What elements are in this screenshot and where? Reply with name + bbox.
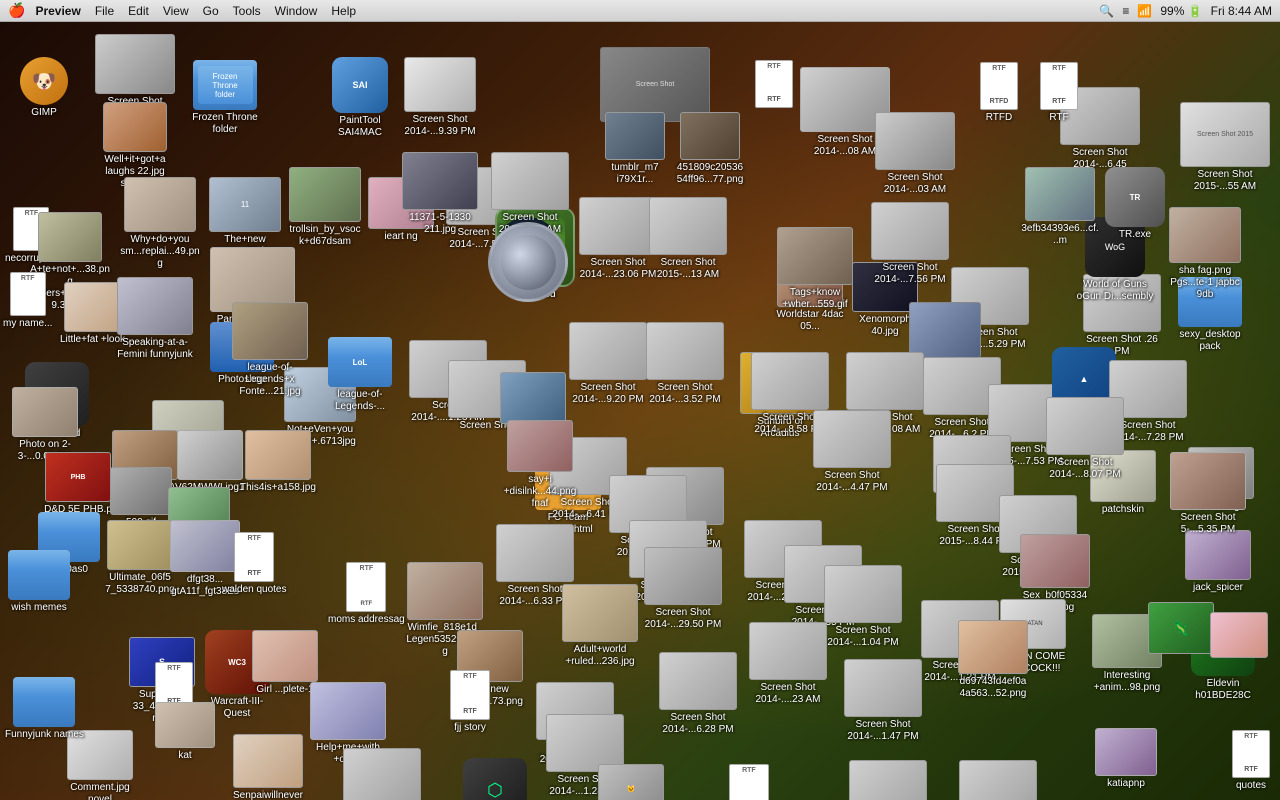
desktop-item-tha-fag[interactable]: sha fag.png Pgs...te-1 japbc 9db	[1165, 207, 1245, 301]
desktop-item-3efb[interactable]: 3efb34393e6...cf...m	[1020, 167, 1100, 247]
menu-edit[interactable]: Edit	[128, 4, 149, 18]
desktop-item-screenshot-807[interactable]: Screen Shot 2014-...8.07 PM	[1045, 397, 1125, 481]
desktop-item-screenshot-147[interactable]: Screen Shot 2014-...1.47 PM	[843, 659, 923, 743]
desktop-item-v62[interactable]: V62MWWLjpg1	[175, 430, 244, 494]
wifi-icon: 📶	[1137, 4, 1152, 18]
desktop-item-tumblr[interactable]: tumblr_m7 i79X1r...	[595, 112, 675, 186]
desktop-item-screenshot-top[interactable]: Screen Shot	[95, 34, 175, 108]
desktop-item-screenshot-920[interactable]: Screen Shot 2014-...9.20 PM	[568, 322, 648, 406]
clock: Fri 8:44 AM	[1211, 4, 1272, 18]
desktop-item-screenshot-352[interactable]: Screen Shot 2014-...3.52 PM	[645, 322, 725, 406]
desktop-item-screenshot-939[interactable]: Screen Shot 2014-...9.39 PM	[400, 57, 480, 138]
desktop-item-11371[interactable]: 11371-5-1330 211.jpg	[400, 152, 480, 236]
desktop-item-adult-world[interactable]: Adult+world +ruled...236.jpg	[560, 584, 640, 668]
desktop-item-jack-spicer[interactable]: jack_spicer	[1185, 530, 1251, 594]
app-name[interactable]: Preview	[35, 4, 80, 18]
menubar-right: 🔍 ≡ 📶 99% 🔋 Fri 8:44 AM	[1099, 4, 1272, 18]
desktop-item-league-jpg[interactable]: league-of-Legends+x Fonte...21.jpg	[230, 302, 310, 398]
desktop-item-painttool[interactable]: SAI PaintTool SAI4MAC	[320, 57, 400, 139]
desktop-item-frozen-throne[interactable]: FrozenThronefolder Frozen Throne folder	[185, 60, 265, 136]
desktop-item-screenshot-104[interactable]: Screen Shot 2014-...1.04 PM	[823, 565, 903, 649]
desktop-item-screenshot-2306[interactable]: Screen Shot 2014-...23.06 PM	[578, 197, 658, 281]
desktop-item-myname[interactable]: my name...	[3, 272, 52, 330]
desktop-item-rtf2[interactable]: RTF RTF	[1040, 62, 1078, 124]
menubar: 🍎 Preview File Edit View Go Tools Window…	[0, 0, 1280, 22]
desktop-item-speaking[interactable]: Speaking-at-a-Femini funnyjunk	[115, 277, 195, 361]
spotlight-icon[interactable]: 🔍	[1099, 4, 1114, 18]
desktop-item-451809[interactable]: 451809c20536 54ff96...77.png	[670, 112, 750, 186]
desktop-item-wish-memes[interactable]: wish memes	[8, 550, 70, 614]
desktop-item-screenshot-topcenter[interactable]: Screen Shot	[600, 47, 710, 122]
desktop-item-rtfd[interactable]: RTFD RTFD	[980, 62, 1018, 124]
desktop-item-screenshot-3am[interactable]: Screen Shot 2014-...03 AM	[875, 112, 955, 196]
desktop-item-trollsin[interactable]: trollsin_by_vsoc k+d67dsam	[285, 167, 365, 248]
desktop-item-screenshot-756[interactable]: Screen Shot 2014-...7.56 PM	[870, 202, 950, 286]
desktop-item-screenshot-person[interactable]: Screen Shot 5-...5.35 PM	[1168, 452, 1248, 536]
menu-window[interactable]: Window	[275, 4, 318, 18]
desktop-item-screenshot-639[interactable]: Screen Shot 2014-...6.39 PM	[342, 748, 422, 800]
list-icon[interactable]: ≡	[1122, 4, 1129, 18]
desktop-item-d69743fd[interactable]: d69743fd4ef0a 4a563...52.png	[953, 620, 1033, 700]
desktop-item-fjj-story[interactable]: RTF fjj story	[450, 670, 490, 734]
desktop-item-rtf1[interactable]: RTF	[755, 60, 793, 108]
menu-go[interactable]: Go	[203, 4, 219, 18]
menu-tools[interactable]: Tools	[233, 4, 261, 18]
desktop-item-screenshot-2950[interactable]: Screen Shot 2014-...29.50 PM	[643, 547, 723, 631]
desktop-item-walden[interactable]: RTF walden quotes	[222, 532, 287, 596]
desktop-item-screenshot-447[interactable]: Screen Shot 2014-...4.47 PM	[812, 410, 892, 494]
desktop-item-this4is[interactable]: This4is+a158.jpg	[240, 430, 316, 494]
desktop-item-gimp[interactable]: 🐶 GIMP	[20, 57, 68, 119]
desktop-item-say-i[interactable]: say+i +disilnk...44.png fnaf	[500, 420, 580, 510]
desktop-item-kat[interactable]: kat	[155, 702, 215, 762]
desktop-item-steam-center[interactable]	[488, 222, 568, 302]
desktop-item-screenshot-628[interactable]: Screen Shot 2014-...6.28 PM	[658, 652, 738, 736]
desktop-item-katiapnp[interactable]: katiapnp	[1095, 728, 1157, 790]
desktop-item-screenshot-23am[interactable]: Screen Shot 2014-....23 AM	[748, 622, 828, 706]
desktop-item-gecko[interactable]: 🦎	[1148, 602, 1214, 654]
desktop-item-screenshot-2015[interactable]: Screen Shot 2015 Screen Shot 2015-...55 …	[1180, 102, 1270, 193]
menu-view[interactable]: View	[163, 4, 189, 18]
desktop-item-the-new[interactable]: 11 The+new conte...21.jpg	[205, 177, 285, 258]
menu-file[interactable]: File	[95, 4, 114, 18]
desktop-item-league[interactable]: LoL league-of- Legends-...	[320, 337, 400, 413]
desktop-item-tr-exe[interactable]: TR TR.exe	[1105, 167, 1165, 241]
desktop-item-moms-address[interactable]: RTF moms addressag	[328, 562, 405, 626]
desktop-item-screenshot-615[interactable]: Screen Shot 2014-...6.15 PM	[848, 760, 928, 800]
desktop-item-screenshot-13am[interactable]: Screen Shot 2015-...13 AM	[648, 197, 728, 281]
desktop-item-quotes-rtf[interactable]: RTF quotes	[1232, 730, 1270, 792]
desktop-item-funnyjunk-names[interactable]: Funnyjunk names	[5, 677, 84, 741]
desktop-item-moms-phone[interactable]: RTF moms phone	[720, 764, 778, 800]
desktop: 🐶 GIMP Screen Shot Well+it+got+a laughs …	[0, 22, 1280, 800]
desktop-item-pony[interactable]	[1210, 612, 1268, 658]
desktop-item-screenshot-bottom[interactable]: 🐱 Screen Shot	[598, 764, 664, 800]
desktop-item-atlauncher[interactable]: ⬡ ATLauncher-2	[463, 758, 527, 800]
desktop-item-senpai[interactable]: Senpaiwillnever noticeyou.jpg	[228, 734, 308, 800]
menu-help[interactable]: Help	[331, 4, 356, 18]
battery-indicator: 99% 🔋	[1160, 4, 1202, 18]
desktop-item-why-do[interactable]: Why+do+you sm...replai...49.png	[120, 177, 200, 270]
apple-menu[interactable]: 🍎	[8, 2, 25, 19]
desktop-item-tags-know[interactable]: Tags+know +wher...559.gif	[775, 227, 855, 311]
desktop-item-screenshot-16am[interactable]: Screen Shot 2014-....16 AM	[958, 760, 1038, 800]
gimp-label: GIMP	[31, 107, 57, 119]
